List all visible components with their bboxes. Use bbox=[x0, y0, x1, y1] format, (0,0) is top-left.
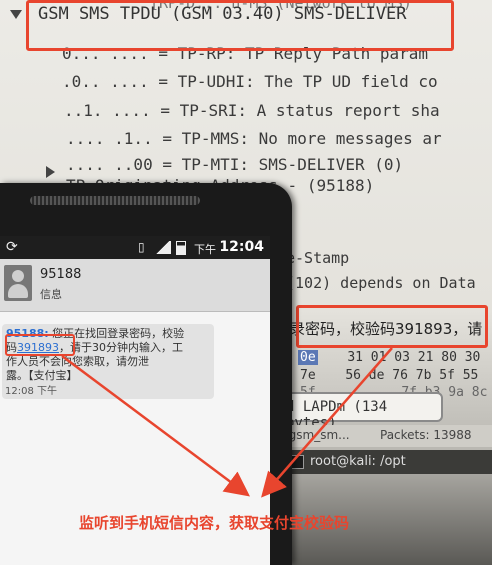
sync-icon: ⟳ bbox=[6, 239, 18, 255]
expand-down-icon[interactable] bbox=[10, 10, 22, 19]
status-time: 12:04 bbox=[219, 239, 264, 255]
sms-text: ，请于30分钟内输入，工 bbox=[59, 341, 183, 354]
hex-byte[interactable]: 80 bbox=[441, 350, 457, 365]
hex-byte[interactable]: de bbox=[369, 368, 385, 383]
hex-byte[interactable]: 21 bbox=[418, 350, 434, 365]
sms-line: 作人员不会向您索取，请勿泄 bbox=[6, 355, 149, 368]
sms-line: 露。【支付宝】 bbox=[6, 369, 78, 382]
ws-status-packets: Packets: 13988 bbox=[380, 428, 472, 442]
expand-right-icon[interactable] bbox=[46, 166, 55, 178]
hex-row: 0e 31 01 03 21 80 30 bbox=[298, 350, 480, 365]
contact-subtitle: 信息 bbox=[40, 288, 62, 301]
ws-data-field[interactable]: (102) depends on Data bbox=[286, 274, 476, 292]
taskbar: root@kali: /opt bbox=[280, 450, 492, 474]
hex-byte[interactable]: 01 bbox=[371, 350, 387, 365]
ws-field-sri[interactable]: ..1. .... = TP-SRI: A status report sha bbox=[64, 101, 440, 120]
highlight-tpdu-header bbox=[26, 0, 454, 51]
ws-field-mti[interactable]: .... ..00 = TP-MTI: SMS-DELIVER (0) bbox=[66, 155, 403, 174]
hex-byte[interactable]: 7e bbox=[300, 368, 316, 383]
hex-byte[interactable]: 9a bbox=[448, 385, 464, 400]
ws-field-mms[interactable]: .... .1.. = TP-MMS: No more messages ar bbox=[66, 129, 442, 148]
signal-icon bbox=[155, 241, 171, 254]
frame-length-status: d LAPDm (134 bytes) bbox=[278, 392, 443, 431]
vibrate-icon: ▯ bbox=[138, 240, 145, 254]
highlight-sms-code bbox=[5, 334, 75, 356]
battery-icon bbox=[176, 241, 186, 255]
hex-row: 7e 56 de 76 7b 5f 55 bbox=[300, 368, 478, 383]
hex-byte[interactable]: 0e bbox=[298, 350, 318, 365]
ws-status-bar: (gsm_sm... Packets: 13988 bbox=[280, 425, 492, 447]
hex-byte[interactable]: 5f bbox=[439, 368, 455, 383]
hex-byte[interactable]: 30 bbox=[465, 350, 481, 365]
sms-timestamp: 12:08 下午 bbox=[5, 386, 57, 397]
hex-byte[interactable]: 76 bbox=[392, 368, 408, 383]
hex-byte[interactable]: 7b bbox=[416, 368, 432, 383]
hex-byte[interactable]: 55 bbox=[463, 368, 479, 383]
ws-timestamp-field[interactable]: e-Stamp bbox=[286, 249, 349, 267]
hex-byte[interactable]: 03 bbox=[394, 350, 410, 365]
highlight-decoded-code bbox=[296, 305, 488, 348]
phone-speaker-grille bbox=[30, 196, 200, 205]
ws-field-udhi[interactable]: .0.. .... = TP-UDHI: The TP UD field co bbox=[62, 72, 438, 91]
phone-status-bar: ⟳ ▯ 下午 12:04 bbox=[0, 236, 270, 259]
terminal-task-label[interactable]: root@kali: /opt bbox=[310, 454, 406, 469]
hex-byte[interactable]: 56 bbox=[345, 368, 361, 383]
status-am-pm: 下午 bbox=[194, 243, 216, 256]
caption-text: 监听到手机短信内容，获取支付宝校验码 bbox=[79, 514, 350, 532]
hex-byte[interactable]: 8c bbox=[472, 385, 488, 400]
hex-byte[interactable]: 31 bbox=[347, 350, 363, 365]
contact-avatar[interactable] bbox=[4, 265, 32, 301]
conversation-header: 95188 信息 bbox=[0, 259, 270, 312]
contact-name: 95188 bbox=[40, 267, 82, 282]
ws-status-left: (gsm_sm... bbox=[284, 428, 350, 442]
